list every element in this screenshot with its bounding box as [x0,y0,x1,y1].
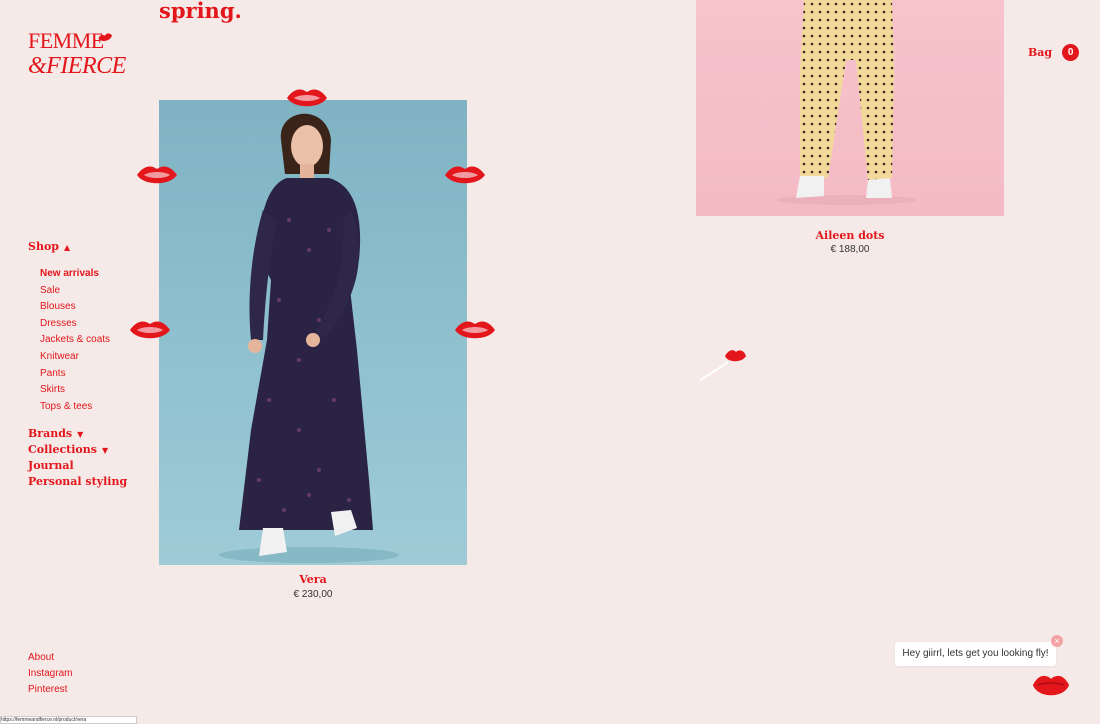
section-title: spring. [159,0,242,23]
product-image-vera[interactable] [159,100,467,565]
bag-label: Bag [1028,46,1053,59]
shop-submenu: New arrivals Sale Blouses Dresses Jacket… [40,266,110,415]
status-bar-url: https://femmeandfierce.nl/product/vera [0,716,137,724]
model-illustration [219,113,399,563]
nav-item-new-arrivals[interactable]: New arrivals [40,266,110,283]
model-illustration [776,0,916,205]
lips-icon [455,321,495,339]
lips-icon [130,321,170,339]
footer-link-about[interactable]: About [28,650,72,666]
chevron-down-icon: ▼ [77,428,84,439]
product-name[interactable]: Aileen dots [696,229,1004,242]
nav-item-jackets-coats[interactable]: Jackets & coats [40,332,110,349]
footer-links: About Instagram Pinterest [28,650,72,699]
chevron-up-icon: ▲ [63,241,71,252]
nav-item-dresses[interactable]: Dresses [40,316,110,333]
footer-link-instagram[interactable]: Instagram [28,666,72,682]
nav-journal-label: Journal [28,459,74,472]
nav-item-pants[interactable]: Pants [40,366,110,383]
nav-item-knitwear[interactable]: Knitwear [40,349,110,366]
logo-line-1: FEMME [28,28,104,53]
nav-item-blouses[interactable]: Blouses [40,299,110,316]
logo-line-2: &FIERCE [28,53,126,79]
nav-collections[interactable]: Collections ▼ [28,443,108,456]
nav-item-skirts[interactable]: Skirts [40,382,110,399]
nav-item-sale[interactable]: Sale [40,283,110,300]
bag-button[interactable]: Bag 0 [1028,44,1080,61]
site-logo[interactable]: FEMME &FIERCE [28,28,126,82]
nav-journal[interactable]: Journal [28,459,74,472]
chat-message[interactable]: Hey giirrl, lets get you looking fly! [895,642,1056,666]
nav-personal-styling-label: Personal styling [28,475,128,488]
nav-brands-label: Brands [28,427,73,440]
chat-launcher-lips-icon[interactable] [1032,672,1070,700]
lips-icon [287,89,327,107]
nav-collections-label: Collections [28,443,97,456]
product-image-aileen-dots[interactable] [696,0,1004,216]
bag-count-badge: 0 [1062,44,1080,61]
chevron-down-icon: ▼ [101,444,109,455]
lips-icon [98,33,113,41]
lips-icon [445,166,485,184]
cursor-lips-icon [699,350,746,381]
close-icon[interactable]: × [1051,635,1063,647]
nav-personal-styling[interactable]: Personal styling [28,475,127,488]
footer-link-pinterest[interactable]: Pinterest [28,682,72,698]
product-name[interactable]: Vera [159,573,467,586]
nav-shop-label: Shop [28,240,59,253]
nav-shop[interactable]: Shop ▲ [28,240,70,253]
product-price: € 188,00 [830,244,870,255]
product-price: € 230,00 [293,589,333,600]
nav-item-tops-tees[interactable]: Tops & tees [40,399,110,416]
lips-icon [137,166,177,184]
nav-brands[interactable]: Brands ▼ [28,427,83,440]
